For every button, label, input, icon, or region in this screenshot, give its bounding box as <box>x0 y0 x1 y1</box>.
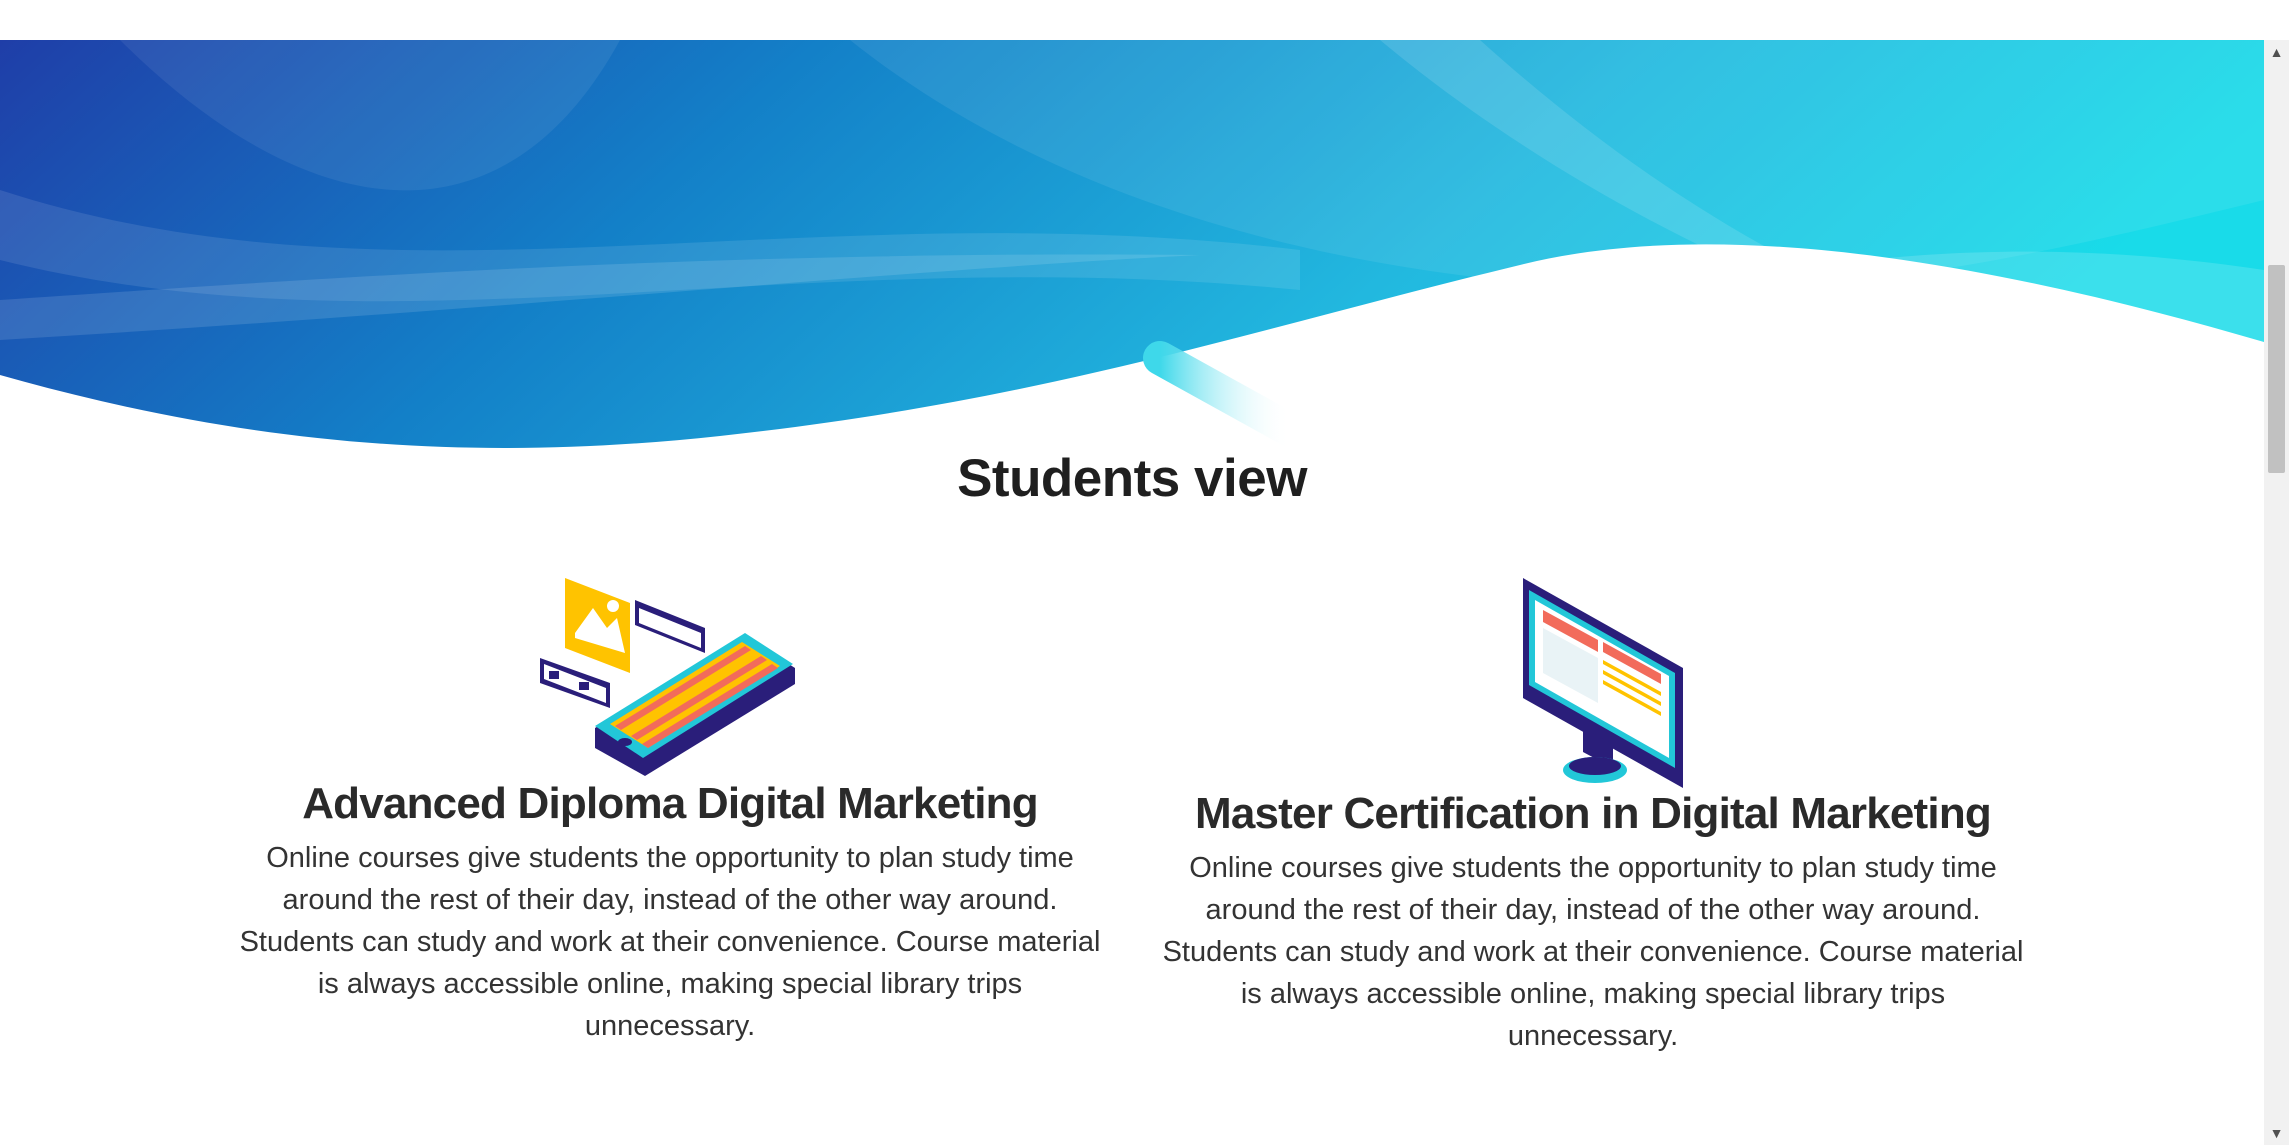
scroll-up-arrow-icon[interactable]: ▲ <box>2264 40 2289 64</box>
hero-banner <box>0 40 2264 460</box>
course-card-master-certification: Master Certification in Digital Marketin… <box>1143 578 2043 1057</box>
course-title: Master Certification in Digital Marketin… <box>1194 789 1992 838</box>
scroll-down-arrow-icon[interactable]: ▼ <box>2264 1121 2289 1145</box>
course-title: Advanced Diploma Digital Marketing <box>302 779 1038 828</box>
course-description: Online courses give students the opportu… <box>239 841 1101 1042</box>
scrollbar-thumb[interactable] <box>2268 265 2285 473</box>
vertical-scrollbar[interactable]: ▲ ▼ <box>2264 40 2289 1145</box>
hero-wave-graphic <box>0 40 2264 448</box>
smartphone-media-icon <box>540 578 795 776</box>
desktop-monitor-icon <box>1523 578 1683 788</box>
top-bar <box>0 0 2264 40</box>
section-title: Students view <box>957 449 1307 508</box>
course-description: Online courses give students the opportu… <box>1162 851 2024 1052</box>
course-card-advanced-diploma: Advanced Diploma Digital Marketing Onlin… <box>220 578 1120 1047</box>
